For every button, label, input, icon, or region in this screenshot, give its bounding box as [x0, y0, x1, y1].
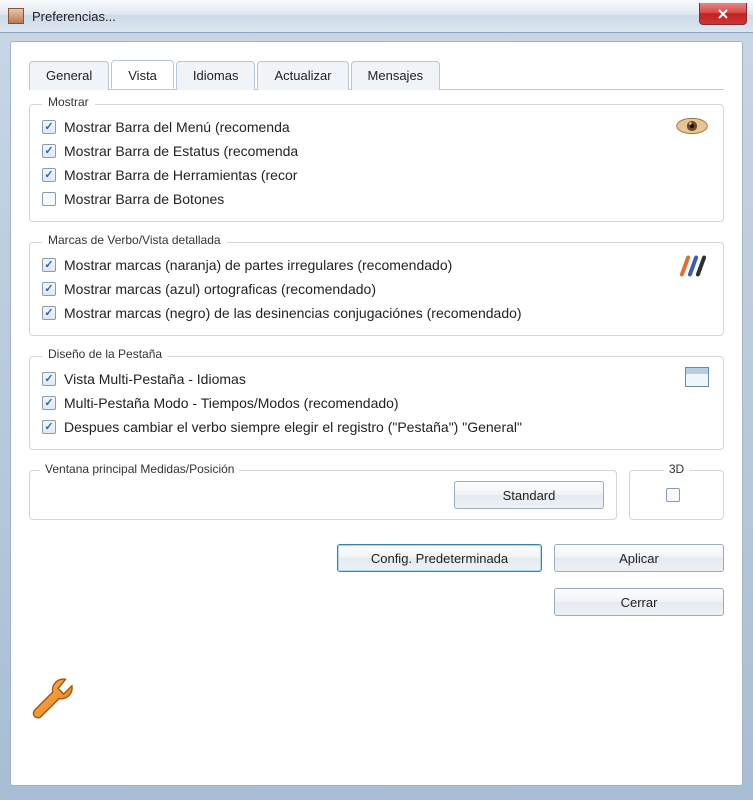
- checkbox-negro[interactable]: [42, 306, 56, 320]
- label-negro: Mostrar marcas (negro) de las desinencia…: [64, 305, 522, 321]
- label-general-tab: Despues cambiar el verbo siempre elegir …: [64, 419, 522, 435]
- check-row-botones: Mostrar Barra de Botones: [42, 187, 711, 211]
- check-row-menu: Mostrar Barra del Menú (recomenda: [42, 115, 711, 139]
- tab-general[interactable]: General: [29, 61, 109, 90]
- legend-marcas: Marcas de Verbo/Vista detallada: [42, 233, 227, 247]
- tab-idiomas[interactable]: Idiomas: [176, 61, 256, 90]
- eye-icon: [675, 115, 709, 137]
- checkbox-multi-idiomas[interactable]: [42, 372, 56, 386]
- close-window-button[interactable]: [699, 3, 747, 25]
- legend-3d: 3D: [664, 462, 689, 476]
- label-herramientas: Mostrar Barra de Herramientas (recor: [64, 167, 297, 183]
- checkbox-botones[interactable]: [42, 192, 56, 206]
- checkbox-menu[interactable]: [42, 120, 56, 134]
- tab-vista[interactable]: Vista: [111, 60, 174, 89]
- title-bar: Preferencias...: [0, 0, 753, 33]
- tab-window-icon: [685, 367, 709, 387]
- check-row-naranja: Mostrar marcas (naranja) de partes irreg…: [42, 253, 711, 277]
- legend-diseno: Diseño de la Pestaña: [42, 347, 168, 361]
- label-estatus: Mostrar Barra de Estatus (recomenda: [64, 143, 298, 159]
- check-row-estatus: Mostrar Barra de Estatus (recomenda: [42, 139, 711, 163]
- group-ventana: Ventana principal Medidas/Posición Stand…: [29, 470, 617, 520]
- checkbox-naranja[interactable]: [42, 258, 56, 272]
- bottom-row: Ventana principal Medidas/Posición Stand…: [29, 470, 724, 520]
- label-menu: Mostrar Barra del Menú (recomenda: [64, 119, 290, 135]
- legend-ventana: Ventana principal Medidas/Posición: [40, 462, 239, 476]
- wrench-icon: [27, 672, 82, 727]
- marks-icon: [681, 255, 709, 279]
- check-row-general-tab: Despues cambiar el verbo siempre elegir …: [42, 415, 711, 439]
- default-config-button[interactable]: Config. Predeterminada: [337, 544, 542, 572]
- tab-mensajes[interactable]: Mensajes: [351, 61, 441, 90]
- app-icon: [8, 8, 24, 24]
- dialog-body: General Vista Idiomas Actualizar Mensaje…: [10, 41, 743, 786]
- checkbox-3d[interactable]: [666, 488, 680, 502]
- check-row-multi-idiomas: Vista Multi-Pestaña - Idiomas: [42, 367, 711, 391]
- group-diseno: Diseño de la Pestaña Vista Multi-Pestaña…: [29, 356, 724, 450]
- check-row-herramientas: Mostrar Barra de Herramientas (recor: [42, 163, 711, 187]
- legend-mostrar: Mostrar: [42, 95, 95, 109]
- group-3d: 3D: [629, 470, 724, 520]
- label-botones: Mostrar Barra de Botones: [64, 191, 224, 207]
- tab-actualizar[interactable]: Actualizar: [257, 61, 348, 90]
- label-multi-idiomas: Vista Multi-Pestaña - Idiomas: [64, 371, 246, 387]
- label-azul: Mostrar marcas (azul) ortograficas (reco…: [64, 281, 376, 297]
- apply-button[interactable]: Aplicar: [554, 544, 724, 572]
- checkbox-azul[interactable]: [42, 282, 56, 296]
- check-row-azul: Mostrar marcas (azul) ortograficas (reco…: [42, 277, 711, 301]
- tab-bar: General Vista Idiomas Actualizar Mensaje…: [29, 60, 724, 90]
- group-marcas: Marcas de Verbo/Vista detallada Mostrar …: [29, 242, 724, 336]
- checkbox-multi-tiempos[interactable]: [42, 396, 56, 410]
- action-row: Config. Predeterminada Aplicar: [29, 544, 724, 572]
- standard-button[interactable]: Standard: [454, 481, 604, 509]
- label-naranja: Mostrar marcas (naranja) de partes irreg…: [64, 257, 452, 273]
- checkbox-herramientas[interactable]: [42, 168, 56, 182]
- close-button[interactable]: Cerrar: [554, 588, 724, 616]
- checkbox-estatus[interactable]: [42, 144, 56, 158]
- check-row-multi-tiempos: Multi-Pestaña Modo - Tiempos/Modos (reco…: [42, 391, 711, 415]
- close-row: Cerrar: [29, 588, 724, 616]
- checkbox-general-tab[interactable]: [42, 420, 56, 434]
- check-row-negro: Mostrar marcas (negro) de las desinencia…: [42, 301, 711, 325]
- label-multi-tiempos: Multi-Pestaña Modo - Tiempos/Modos (reco…: [64, 395, 399, 411]
- group-mostrar: Mostrar Mostrar Barra del Menú (recomend…: [29, 104, 724, 222]
- window-title: Preferencias...: [32, 9, 699, 24]
